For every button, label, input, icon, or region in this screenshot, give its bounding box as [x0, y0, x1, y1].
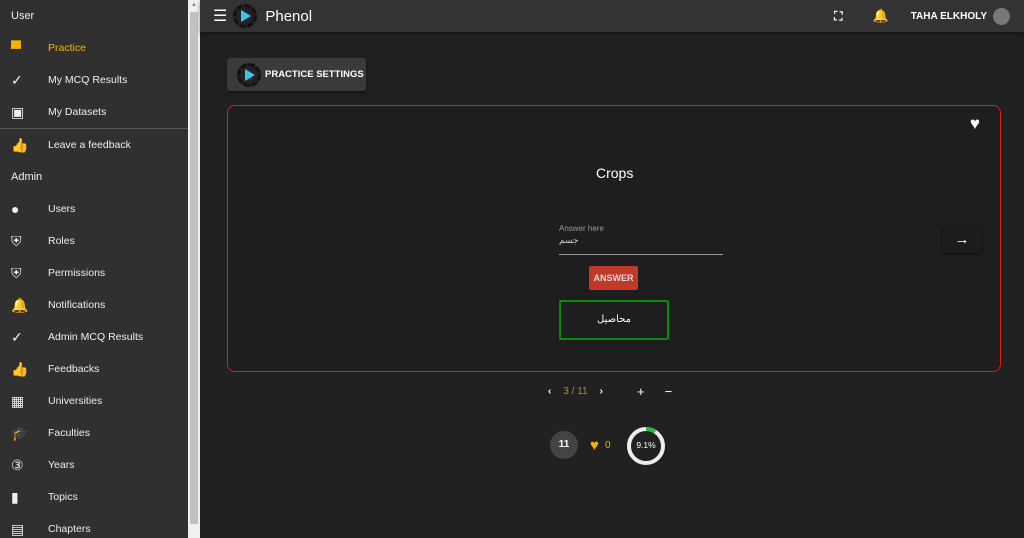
- sidebar: User ▀ Practice ✓ My MCQ Results ▣ My Dataset…: [0, 0, 188, 538]
- sidebar-item-label: My MCQ Results: [48, 74, 128, 86]
- thumb-up-icon: 👍: [11, 136, 29, 153]
- avatar[interactable]: [993, 7, 1010, 25]
- sidebar-item-my-mcq-results[interactable]: ✓ My MCQ Results: [0, 64, 188, 96]
- sidebar-item-universities[interactable]: ▦ Universities: [0, 385, 188, 417]
- practice-settings-button[interactable]: PRACTICE SETTINGS: [227, 58, 366, 91]
- sidebar-item-label: Practice: [48, 42, 86, 54]
- sidebar-item-label: Universities: [48, 395, 103, 407]
- question-pager: 3 / 11: [563, 386, 588, 397]
- scrollbar-thumb[interactable]: [190, 12, 198, 524]
- forum-icon: ▀: [11, 40, 21, 56]
- bell-icon: 🔔: [11, 296, 29, 313]
- sidebar-item-notifications[interactable]: 🔔 Notifications: [0, 289, 188, 321]
- section-admin: Admin: [11, 171, 43, 183]
- menu-icon[interactable]: ☰: [213, 6, 227, 26]
- security-icon: ⛨: [11, 264, 22, 281]
- sidebar-item-leave-a-feedback[interactable]: 👍 Leave a feedback: [0, 129, 188, 161]
- answer-label: Answer here: [559, 224, 604, 233]
- favorites-heart-icon: ♥: [590, 437, 599, 454]
- person-icon: ●: [11, 201, 20, 217]
- sidebar-item-label: Admin MCQ Results: [48, 331, 144, 343]
- sidebar-item-label: Permissions: [48, 267, 106, 279]
- security-icon: ⛨: [11, 232, 22, 249]
- bell-icon[interactable]: 🔔: [873, 8, 889, 24]
- sidebar-item-roles[interactable]: ⛨ Roles: [0, 225, 188, 257]
- practice-settings-label: PRACTICE SETTINGS: [265, 69, 364, 80]
- sidebar-item-permissions[interactable]: ⛨ Permissions: [0, 257, 188, 289]
- question-card: ♥ Crops Answer here جسم → ANSWER محاصيل: [227, 105, 1001, 372]
- next-question-icon[interactable]: ›: [600, 386, 603, 397]
- zoom-out-icon[interactable]: −: [665, 384, 673, 399]
- building-icon: ▦: [11, 392, 25, 409]
- question-text: Crops: [596, 165, 634, 181]
- sidebar-item-label: Leave a feedback: [48, 139, 131, 151]
- sidebar-item-chapters[interactable]: ▤ Chapters: [0, 513, 188, 538]
- favorites-count: 0: [605, 440, 611, 451]
- sidebar-item-label: Years: [48, 459, 75, 471]
- sidebar-item-years[interactable]: ③ Years: [0, 449, 188, 481]
- top-bar: ☰ Phenol ⛶ 🔔 TAHA ELKHOLY: [200, 0, 1024, 32]
- school-icon: 🎓: [11, 424, 29, 441]
- sidebar-item-label: My Datasets: [48, 106, 107, 118]
- phenol-logo-icon: [237, 62, 261, 87]
- scroll-up-icon[interactable]: ▲: [191, 2, 197, 8]
- sidebar-item-faculties[interactable]: 🎓 Faculties: [0, 417, 188, 449]
- sidebar-item-label: Notifications: [48, 299, 106, 311]
- book-icon: ▮: [11, 488, 19, 505]
- fullscreen-icon[interactable]: ⛶: [834, 9, 842, 24]
- answer-field[interactable]: Answer here جسم: [559, 224, 723, 255]
- sidebar-item-label: Roles: [48, 235, 75, 247]
- sidebar-item-my-datasets[interactable]: ▣ My Datasets: [0, 96, 188, 128]
- total-count-badge: 11: [550, 431, 578, 459]
- thumb-up-icon: 👍: [11, 360, 29, 377]
- sidebar-item-label: Topics: [48, 491, 78, 503]
- prev-question-icon[interactable]: ‹: [548, 386, 551, 397]
- sidebar-scrollbar[interactable]: ▲: [188, 0, 200, 538]
- save-icon: ▣: [11, 103, 25, 120]
- filter-3-icon: ③: [11, 456, 24, 473]
- arrow-right-icon: →: [954, 231, 970, 248]
- correct-answer-box: محاصيل: [559, 300, 669, 340]
- sidebar-item-label: Chapters: [48, 523, 91, 535]
- sidebar-item-practice[interactable]: ▀ Practice: [0, 32, 188, 64]
- section-user: User: [11, 10, 35, 22]
- user-name[interactable]: TAHA ELKHOLY: [911, 11, 987, 22]
- zoom-in-icon[interactable]: +: [637, 384, 645, 399]
- description-icon: ▤: [11, 520, 25, 537]
- phenol-logo-icon: [233, 4, 258, 28]
- check-icon: ✓: [11, 71, 23, 88]
- app-title: Phenol: [265, 7, 313, 25]
- sidebar-item-admin-mcq-results[interactable]: ✓ Admin MCQ Results: [0, 321, 188, 353]
- check-icon: ✓: [11, 328, 23, 345]
- sidebar-item-topics[interactable]: ▮ Topics: [0, 481, 188, 513]
- sidebar-item-label: Users: [48, 203, 76, 215]
- progress-text: 9.1%: [636, 440, 656, 450]
- answer-button[interactable]: ANSWER: [589, 266, 638, 290]
- sidebar-item-feedbacks[interactable]: 👍 Feedbacks: [0, 353, 188, 385]
- favorite-heart-icon[interactable]: ♥: [970, 114, 980, 134]
- sidebar-item-label: Faculties: [48, 427, 91, 439]
- sidebar-item-label: Feedbacks: [48, 363, 100, 375]
- answer-input[interactable]: جسم: [559, 235, 723, 246]
- sidebar-item-users[interactable]: ● Users: [0, 193, 188, 225]
- next-question-button[interactable]: →: [943, 227, 981, 253]
